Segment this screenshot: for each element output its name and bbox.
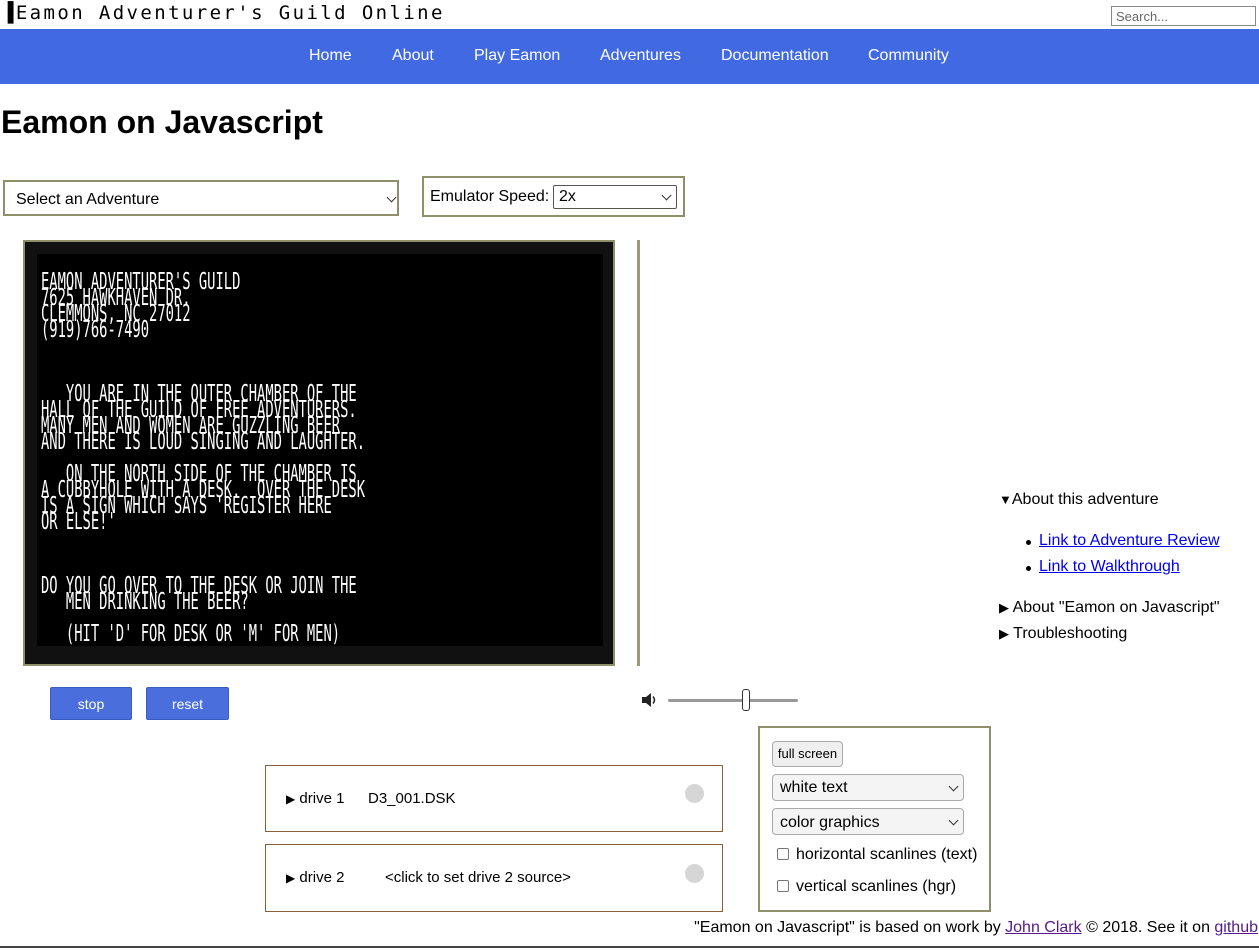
about-adventure-toggle[interactable]: ▼About this adventure [999, 491, 1159, 509]
triangle-right-icon: ▶ [999, 600, 1009, 615]
graphics-mode-select[interactable]: color graphics [772, 808, 964, 835]
reset-button[interactable]: reset [146, 687, 229, 720]
drive-2-toggle[interactable]: ▶ drive 2 [286, 869, 344, 886]
adventure-select[interactable]: Select an Adventure [3, 180, 399, 216]
drive-1-toggle[interactable]: ▶ drive 1 [286, 790, 344, 807]
footer-prefix: "Eamon on Javascript" is based on work b… [694, 919, 1006, 936]
speed-select-value: 2x [559, 188, 576, 205]
adventure-select-value: Select an Adventure [16, 191, 160, 208]
search-input[interactable] [1111, 6, 1256, 26]
github-link[interactable]: github [1214, 919, 1258, 936]
horizontal-scanlines-label[interactable]: horizontal scanlines (text) [796, 846, 977, 864]
triangle-down-icon: ▼ [999, 492, 1012, 507]
drive-1-light [685, 784, 704, 803]
text-color-select[interactable]: white text [772, 774, 964, 801]
speaker-icon [642, 693, 656, 707]
main-nav: Home About Play Eamon Adventures Documen… [0, 29, 1259, 84]
about-eamon-js-label: About "Eamon on Javascript" [1012, 599, 1220, 616]
bullet-icon [1026, 566, 1031, 571]
footer-middle: © 2018. See it on [1081, 919, 1215, 936]
graphics-mode-value: color graphics [780, 814, 880, 831]
nav-about[interactable]: About [392, 47, 434, 65]
drive-1-label: drive 1 [299, 790, 345, 807]
triangle-right-icon: ▶ [286, 871, 296, 885]
horizontal-scanlines-checkbox[interactable] [777, 848, 789, 860]
vertical-scanlines-checkbox[interactable] [777, 880, 789, 892]
triangle-right-icon: ▶ [286, 792, 296, 806]
nav-play-eamon[interactable]: Play Eamon [474, 47, 560, 65]
walkthrough-link-text[interactable]: Link to Walkthrough [1039, 558, 1180, 575]
nav-community[interactable]: Community [868, 47, 949, 65]
author-link[interactable]: John Clark [1005, 919, 1081, 936]
nav-documentation[interactable]: Documentation [721, 47, 829, 65]
display-options-panel: full screen white text color graphics ho… [758, 726, 991, 912]
screen-text: EAMON ADVENTURER'S GUILD 7625 HAWKHAVEN … [41, 269, 366, 647]
drive-1-panel[interactable]: ▶ drive 1 D3_001.DSK [265, 765, 723, 832]
speed-label: Emulator Speed: [430, 188, 550, 205]
drive-2-light [685, 864, 704, 883]
about-adventure-label: About this adventure [1011, 491, 1159, 508]
drive-2-panel[interactable]: ▶ drive 2 <click to set drive 2 source> [265, 844, 723, 912]
site-title[interactable]: ▐Eamon Adventurer's Guild Online [2, 2, 445, 24]
page-title: Eamon on Javascript [1, 104, 323, 140]
adventure-review-link[interactable]: Link to Adventure Review [1039, 532, 1220, 550]
chevron-down-icon [386, 192, 397, 203]
chevron-down-icon [948, 781, 959, 792]
drive-2-label: drive 2 [299, 869, 345, 886]
drive-1-source[interactable]: D3_001.DSK [368, 790, 456, 807]
screen-divider [637, 240, 640, 666]
adventure-review-link-text[interactable]: Link to Adventure Review [1039, 532, 1220, 549]
chevron-down-icon [661, 190, 672, 201]
nav-home[interactable]: Home [309, 47, 352, 65]
emulator-screen[interactable]: EAMON ADVENTURER'S GUILD 7625 HAWKHAVEN … [23, 240, 615, 666]
text-color-value: white text [780, 779, 848, 796]
troubleshooting-label: Troubleshooting [1013, 625, 1128, 642]
vertical-scanlines-label[interactable]: vertical scanlines (hgr) [796, 878, 956, 896]
about-eamon-js-toggle[interactable]: ▶ About "Eamon on Javascript" [999, 599, 1220, 617]
drive-2-source[interactable]: <click to set drive 2 source> [385, 869, 571, 886]
nav-adventures[interactable]: Adventures [600, 47, 681, 65]
full-screen-button[interactable]: full screen [772, 741, 843, 767]
troubleshooting-toggle[interactable]: ▶ Troubleshooting [999, 625, 1127, 643]
volume-slider-thumb[interactable] [742, 689, 750, 711]
volume-slider-track[interactable] [668, 699, 798, 702]
screen-display: EAMON ADVENTURER'S GUILD 7625 HAWKHAVEN … [37, 254, 603, 646]
walkthrough-link[interactable]: Link to Walkthrough [1039, 558, 1180, 576]
speed-select[interactable]: 2x [553, 185, 677, 209]
footer-credit: "Eamon on Javascript" is based on work b… [694, 919, 1258, 937]
triangle-right-icon: ▶ [999, 626, 1009, 641]
speed-panel: Emulator Speed: 2x [422, 176, 685, 217]
stop-button[interactable]: stop [50, 687, 132, 720]
footer-rule [0, 946, 1259, 948]
bullet-icon [1026, 540, 1031, 545]
chevron-down-icon [948, 815, 959, 826]
